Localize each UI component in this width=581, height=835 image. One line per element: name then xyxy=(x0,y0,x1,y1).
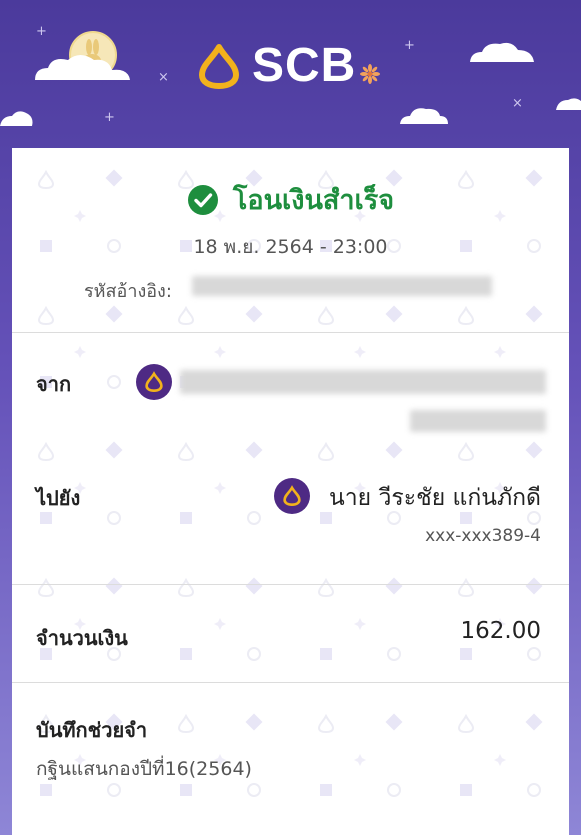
amount-label: จำนวนเงิน xyxy=(36,626,128,650)
divider xyxy=(12,584,569,585)
check-circle-icon xyxy=(187,184,218,215)
status-row: โอนเงินสำเร็จ xyxy=(12,178,569,221)
cloud-icon xyxy=(400,108,448,124)
to-bank-badge xyxy=(274,478,310,514)
cloud-icon xyxy=(0,111,33,126)
status-title: โอนเงินสำเร็จ xyxy=(232,185,395,216)
brand-name: SCB xyxy=(252,39,357,92)
cloud-icon xyxy=(470,42,534,62)
memo-value: กฐินแสนกองปีที่16(2564) xyxy=(36,758,252,780)
header-banner: + × + + × SCB xyxy=(0,0,581,150)
scb-badge-icon xyxy=(283,485,301,507)
star-icon: + xyxy=(36,24,47,39)
to-label: ไปยัง xyxy=(36,486,81,510)
from-label: จาก xyxy=(36,372,72,396)
scb-badge-icon xyxy=(145,371,163,393)
amount-value: 162.00 xyxy=(460,618,541,644)
cloud-icon xyxy=(35,55,130,80)
memo-label: บันทึกช่วยจำ xyxy=(36,718,148,742)
sender-name-redacted xyxy=(180,370,546,394)
flower-icon xyxy=(360,64,381,84)
sender-account-redacted xyxy=(410,410,546,432)
scb-logo: SCB xyxy=(196,39,381,92)
star-icon: + xyxy=(104,110,115,125)
reference-value-redacted xyxy=(192,276,492,296)
scb-logo-icon xyxy=(199,44,239,89)
star-icon: + xyxy=(404,38,415,53)
cloud-icon xyxy=(556,98,581,110)
receipt-card: โอนเงินสำเร็จ 18 พ.ย. 2564 - 23:00 รหัสอ… xyxy=(12,148,569,835)
star-icon: × xyxy=(158,70,169,85)
transaction-datetime: 18 พ.ย. 2564 - 23:00 xyxy=(193,236,388,258)
divider xyxy=(12,682,569,683)
recipient-account: xxx-xxx389-4 xyxy=(425,526,541,546)
divider xyxy=(12,332,569,333)
recipient-name: นาย วีระชัย แก่นภักดี xyxy=(329,485,541,511)
star-icon: × xyxy=(512,96,523,111)
from-bank-badge xyxy=(136,364,172,400)
reference-label: รหัสอ้างอิง: xyxy=(84,281,172,302)
